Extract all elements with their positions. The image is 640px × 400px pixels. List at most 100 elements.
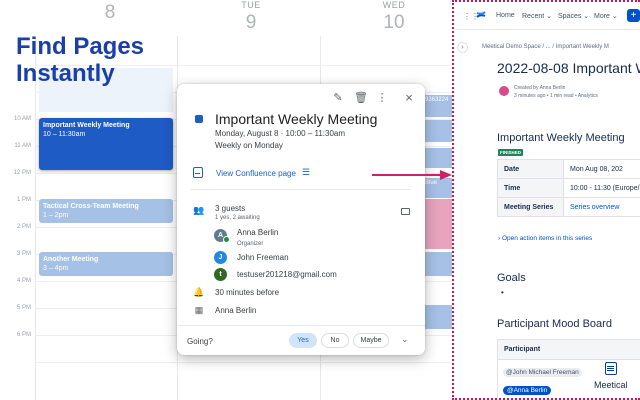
event-strip[interactable] — [423, 252, 452, 276]
table-row: Meeting Series Series overview — [497, 197, 640, 217]
edit-icon[interactable]: ✎ — [331, 91, 345, 105]
rsvp-no-button[interactable]: No — [321, 333, 349, 348]
status-badge: FINISHED — [498, 149, 524, 156]
event-time: 10 – 11:30am — [43, 131, 86, 138]
author-avatar — [499, 86, 509, 96]
create-button[interactable]: + — [627, 9, 640, 22]
email-guests-icon[interactable] — [401, 208, 410, 215]
event-tactical-cross-team[interactable]: Tactical Cross-Team Meeting 1 – 2pm — [39, 199, 173, 223]
time-label: 5 PM — [16, 305, 31, 311]
event-color-swatch — [195, 115, 203, 123]
table-cell-value: Series overview — [563, 197, 640, 217]
table-cell-label: Meeting Series — [497, 197, 564, 217]
mood-board-heading: Participant Mood Board — [497, 318, 612, 330]
goals-heading: Goals — [497, 272, 526, 284]
chevron-down-icon[interactable]: ⌄ — [401, 334, 409, 345]
time-label: 4 PM — [16, 278, 31, 284]
mood-board-table: Participant @John Michael Freeman @Anna … — [497, 339, 640, 398]
day-header-tue[interactable]: TUE 9 — [221, 0, 281, 34]
grid-line — [35, 36, 36, 400]
table-row: Date Mon Aug 08, 202 — [497, 159, 640, 179]
guest-role: Organizer — [237, 241, 264, 247]
time-label: 12 PM — [13, 170, 31, 176]
breadcrumb[interactable]: Meetical Demo Space / ... / Important We… — [482, 44, 609, 50]
expand-sidebar-icon[interactable]: › — [457, 42, 468, 53]
bell-icon: 🔔 — [193, 287, 205, 297]
day-name: TUE — [241, 0, 261, 10]
nav-spaces[interactable]: Spaces ⌄ — [558, 12, 589, 20]
meetical-brand: Meetical — [594, 380, 628, 390]
more-options-icon[interactable]: ⋮ — [375, 91, 389, 105]
user-mention[interactable]: @Anna Berlin — [503, 386, 552, 395]
meeting-heading: Important Weekly Meeting — [497, 132, 625, 144]
guests-icon: 👥 — [193, 205, 205, 215]
confluence-page-panel: ⋮⋮ Home Recent ⌄ Spaces ⌄ More ⌄ + › Mee… — [452, 0, 640, 400]
close-icon[interactable]: × — [402, 91, 416, 105]
table-row: Time 10:00 - 11:30 (Europe/ — [497, 178, 640, 198]
time-label: 10 AM — [13, 116, 31, 122]
guest-name: John Freeman — [237, 253, 289, 262]
event-important-weekly-meeting[interactable]: Important Weekly Meeting 10 – 11:30am — [39, 118, 173, 170]
confluence-logo-icon[interactable] — [476, 10, 486, 20]
mood-board-column-header: Participant — [498, 340, 640, 360]
organizer-name: Anna Berlin — [215, 306, 257, 315]
time-label: 6 PM — [16, 332, 31, 338]
author-line: Created by Anna Berlin — [514, 85, 566, 91]
avatar: t — [214, 268, 227, 281]
table-cell-value: Mon Aug 08, 202 — [563, 159, 640, 179]
delete-icon[interactable]: 🗑 — [354, 91, 368, 105]
nav-recent[interactable]: Recent ⌄ — [522, 12, 552, 20]
event-strip[interactable] — [423, 120, 452, 142]
headline-line: Instantly — [16, 60, 115, 87]
day-date: 8 — [104, 2, 116, 23]
day-header-mon[interactable]: 8 — [80, 0, 140, 24]
event-strip[interactable] — [423, 199, 452, 249]
event-date-time: Monday, August 8 · 10:00 – 11:30am — [215, 129, 346, 138]
event-strip-label: 9363224 — [425, 97, 449, 103]
time-label: 11 AM — [14, 143, 31, 149]
event-time: 3 – 4pm — [43, 265, 69, 272]
avatar: J — [214, 251, 227, 264]
guests-summary: 1 yes, 2 awaiting — [215, 215, 260, 221]
day-name: WED — [382, 0, 406, 10]
rsvp-maybe-button[interactable]: Maybe — [353, 333, 389, 348]
event-title: Tactical Cross-Team Meeting — [43, 203, 139, 210]
time-label: 1 PM — [16, 197, 31, 203]
going-label: Going? — [187, 337, 213, 346]
rsvp-yes-button[interactable]: Yes — [289, 333, 317, 348]
meetical-icon — [193, 167, 203, 178]
headline-line: Find Pages — [16, 33, 145, 60]
confluence-top-nav: ⋮⋮ Home Recent ⌄ Spaces ⌄ More ⌄ + — [454, 2, 640, 30]
page-meta: 3 minutes ago • 1 min read • Analytics — [514, 93, 598, 99]
event-strip[interactable]: 9363224 — [423, 95, 452, 117]
nav-recent-label: Recent — [522, 13, 545, 20]
meeting-info-table: Date Mon Aug 08, 202 Time 10:00 - 11:30 … — [497, 159, 640, 217]
guest-name: Anna Berlin — [237, 228, 279, 237]
open-action-items-label: Open action items in this series — [501, 235, 593, 242]
reminder-text: 30 minutes before — [215, 288, 280, 297]
calendar-icon: ▦ — [194, 305, 204, 315]
event-strip[interactable] — [423, 148, 452, 168]
table-cell-label: Time — [497, 178, 564, 198]
nav-home[interactable]: Home — [496, 12, 515, 19]
notes-icon[interactable]: ☰ — [302, 167, 310, 178]
day-date: 9 — [245, 12, 257, 33]
event-title: Important Weekly Meeting — [215, 111, 378, 127]
day-header-wed[interactable]: WED 10 — [364, 0, 424, 34]
event-another-meeting[interactable]: Another Meeting 3 – 4pm — [39, 252, 173, 276]
user-mention[interactable]: @John Michael Freeman — [503, 368, 582, 377]
event-title: Another Meeting — [43, 256, 99, 263]
headline: Find Pages Instantly — [16, 33, 144, 87]
open-action-items-expander[interactable]: › Open action items in this series — [498, 235, 592, 242]
nav-more-label: More — [594, 13, 610, 20]
time-label: 3 PM — [16, 251, 31, 257]
event-strip[interactable] — [423, 305, 452, 329]
accepted-check-icon — [223, 236, 230, 243]
grid-line — [35, 362, 452, 363]
series-overview-link[interactable]: Series overview — [570, 204, 619, 211]
day-date: 10 — [383, 12, 405, 33]
nav-more[interactable]: More ⌄ — [594, 12, 618, 20]
view-confluence-page-link[interactable]: View Confluence page — [216, 169, 296, 178]
table-cell-label: Date — [497, 159, 564, 179]
divider — [177, 325, 425, 326]
